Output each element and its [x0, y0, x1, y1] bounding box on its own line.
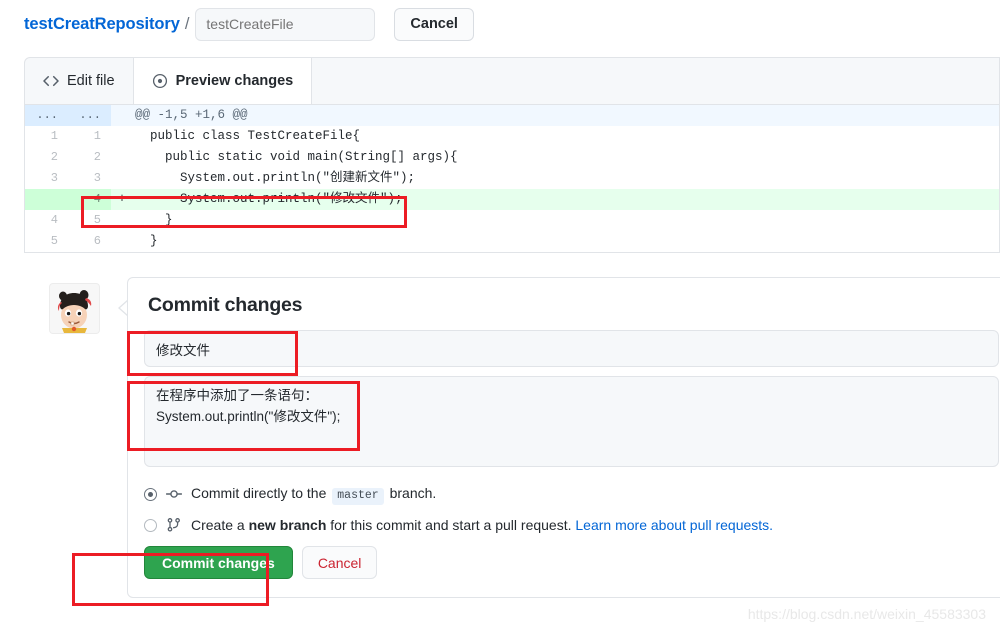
option-commit-directly-text-after: branch.	[389, 485, 437, 501]
option-commit-directly-text: Commit directly to the master branch.	[191, 484, 436, 505]
commit-actions: Commit changes Cancel	[144, 546, 1000, 597]
diff-code-text: }	[135, 234, 158, 248]
commit-target-options: Commit directly to the master branch. Cr…	[144, 484, 1000, 534]
pull-request-learn-more-link[interactable]: Learn more about pull requests.	[575, 517, 773, 533]
header-cancel-button[interactable]: Cancel	[394, 7, 474, 41]
breadcrumb-separator: /	[184, 14, 190, 33]
diff-code-text: public static void main(String[] args){	[135, 150, 458, 164]
diff-old-line-number: 5	[25, 231, 68, 252]
diff-old-line-number: ...	[25, 105, 68, 126]
option-create-new-branch-text: Create a new branch for this commit and …	[191, 516, 773, 534]
option-new-branch-text-before: Create a	[191, 516, 245, 533]
tab-preview-changes[interactable]: Preview changes	[133, 58, 313, 104]
diff-old-line-number: 4	[25, 210, 68, 231]
user-avatar	[49, 283, 100, 334]
diff-change-marker	[111, 126, 133, 147]
diff-code-text: System.out.println("创建新文件");	[135, 171, 416, 185]
eye-icon	[152, 73, 168, 89]
git-branch-icon	[166, 517, 182, 533]
diff-change-marker	[111, 105, 133, 126]
diff-change-marker	[111, 168, 133, 189]
diff-viewer: ...... @@ -1,5 +1,6 @@ 1 1 public class Tes…	[24, 105, 1000, 253]
diff-new-line-number: ...	[68, 105, 111, 126]
diff-code-text: System.out.println("修改文件");	[133, 189, 999, 210]
radio-create-new-branch[interactable]	[144, 518, 157, 532]
diff-change-marker	[111, 147, 133, 168]
diff-change-marker	[111, 210, 133, 231]
page-root: testCreatRepository / Cancel Edit file P…	[0, 0, 1000, 628]
diff-old-line-number	[25, 189, 68, 210]
breadcrumb-repo-link[interactable]: testCreatRepository	[24, 15, 180, 34]
git-commit-icon	[166, 486, 182, 502]
diff-code-text: public class TestCreateFile{	[135, 129, 361, 143]
diff-row-context: 56 }	[25, 231, 999, 252]
commit-cancel-button[interactable]: Cancel	[301, 546, 378, 580]
diff-new-line-number: 2	[68, 147, 111, 168]
diff-change-marker: +	[111, 189, 133, 210]
commit-changes-panel: Commit changes Commit directly to the ma…	[127, 277, 1000, 599]
diff-row-context: 22 public static void main(String[] args…	[25, 147, 999, 168]
diff-row-add: 4 + System.out.println("修改文件");	[25, 189, 999, 210]
tab-preview-changes-label: Preview changes	[175, 73, 294, 89]
tab-bar: Edit file Preview changes	[24, 57, 1000, 105]
tab-edit-file-label: Edit file	[67, 73, 115, 89]
filename-input[interactable]	[195, 7, 376, 41]
diff-old-line-number: 2	[25, 147, 68, 168]
header-bar: testCreatRepository / Cancel	[0, 0, 1000, 48]
diff-row-context: 45 }	[25, 210, 999, 231]
diff-row-context: 33 System.out.println("创建新文件");	[25, 168, 999, 189]
branch-name-badge: master	[332, 488, 384, 505]
commit-summary-input[interactable]	[144, 330, 999, 367]
commit-changes-button[interactable]: Commit changes	[144, 546, 293, 580]
code-icon	[43, 73, 59, 89]
commit-panel-title: Commit changes	[148, 294, 303, 316]
option-commit-directly-text-before: Commit directly to the	[191, 485, 327, 501]
watermark-text: https://blog.csdn.net/weixin_45583303	[747, 606, 986, 622]
option-new-branch-text-after: for this commit and start a pull request…	[330, 516, 572, 533]
diff-code-text: }	[135, 213, 173, 227]
radio-commit-directly[interactable]	[144, 487, 157, 501]
diff-new-line-number: 5	[68, 210, 111, 231]
diff-row-context: 11 public class TestCreateFile{	[25, 126, 999, 147]
diff-new-line-number: 6	[68, 231, 111, 252]
diff-new-line-number: 3	[68, 168, 111, 189]
option-new-branch-strong: new branch	[248, 516, 327, 533]
option-create-new-branch[interactable]: Create a new branch for this commit and …	[144, 516, 1000, 534]
diff-new-line-number: 4	[68, 189, 111, 210]
option-commit-directly[interactable]: Commit directly to the master branch.	[144, 484, 1000, 505]
diff-old-line-number: 3	[25, 168, 68, 189]
diff-new-line-number: 1	[68, 126, 111, 147]
commit-description-textarea[interactable]	[144, 376, 999, 467]
tab-edit-file[interactable]: Edit file	[25, 58, 134, 104]
diff-row-hunk: ...... @@ -1,5 +1,6 @@	[25, 105, 999, 126]
diff-old-line-number: 1	[25, 126, 68, 147]
diff-code-text: @@ -1,5 +1,6 @@	[133, 105, 999, 126]
diff-change-marker	[111, 231, 133, 252]
